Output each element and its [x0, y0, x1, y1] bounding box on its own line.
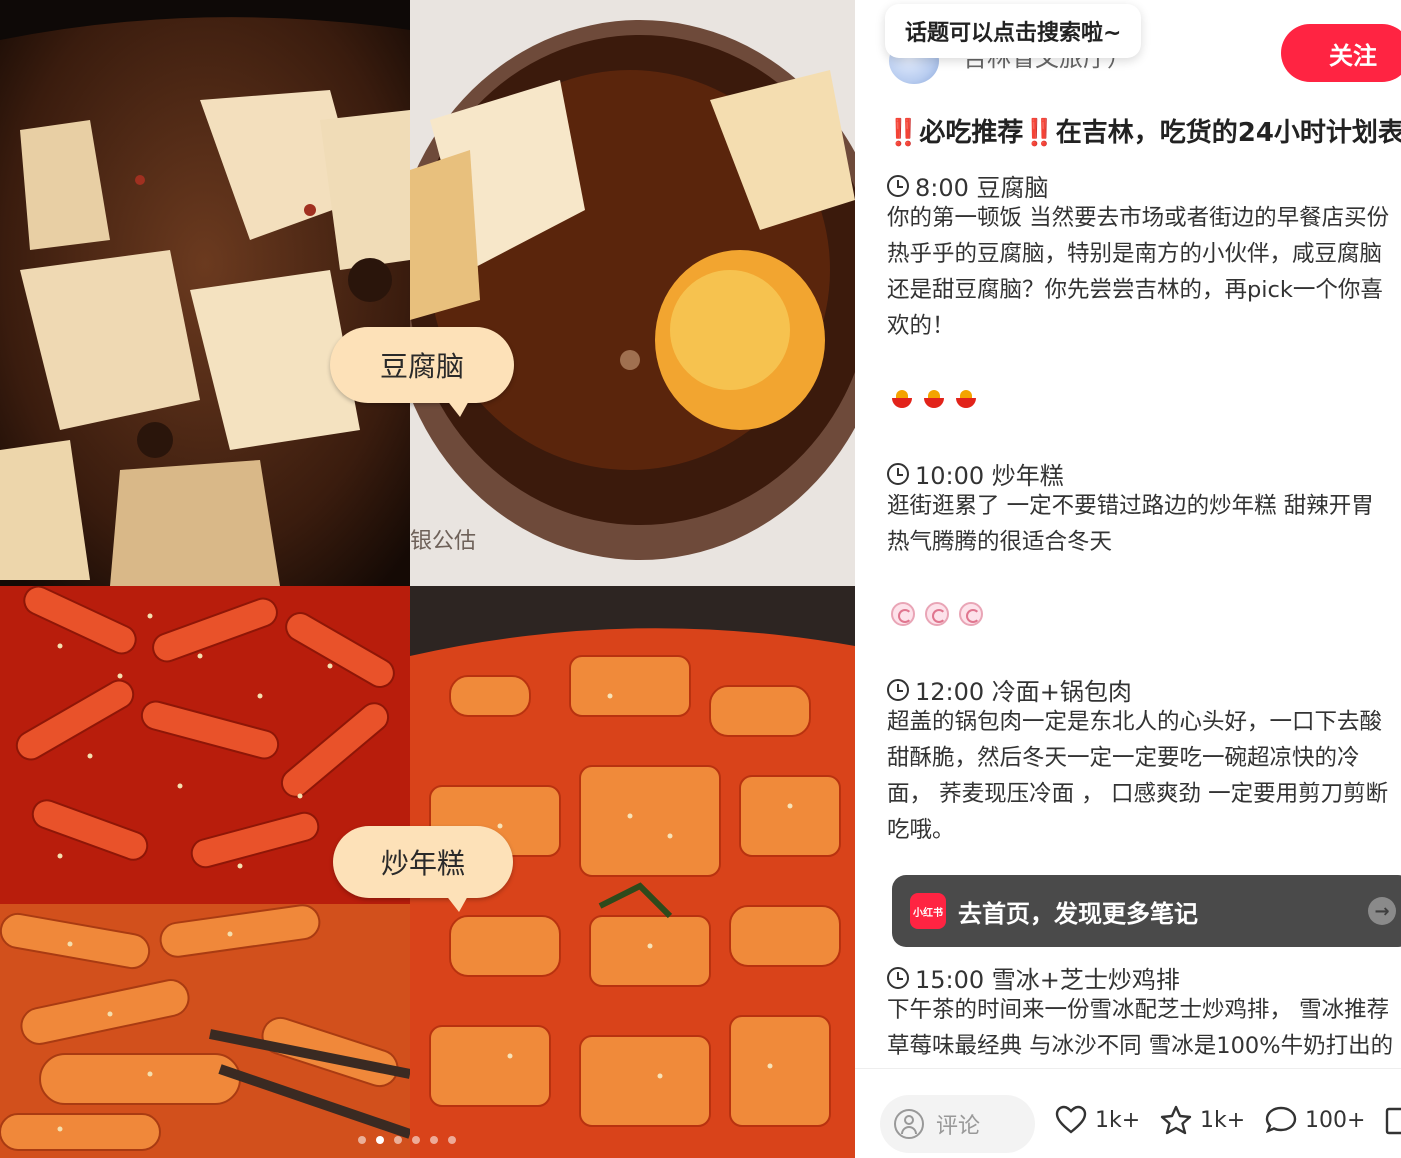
share-button[interactable]	[1385, 1105, 1401, 1135]
section-heading-rice-cakes: 10:00 炒年糕	[887, 456, 1064, 491]
note-panel: 吉林省文旅厅） 话题可以点击搜索啦~ 关注 ‼️必吃推荐‼️在吉林，吃货的24小…	[855, 0, 1401, 1158]
collect-button[interactable]: 1k+	[1160, 1105, 1245, 1135]
section-heading-afternoon-tea: 15:00 雪冰+芝士炒鸡排	[887, 960, 1180, 995]
user-icon	[894, 1109, 924, 1139]
hotpot-icon	[923, 388, 945, 410]
clock-icon	[887, 174, 909, 197]
section-body-lunch: 超盖的锅包肉一定是东北人的心头好，一口下去酸 甜酥脆，然后冬天一定一定要吃一碗超凉…	[887, 709, 1389, 843]
share-icon	[1385, 1107, 1401, 1135]
section-time: 12:00 冷面+锅包肉	[915, 678, 1132, 706]
note-title: ‼️必吃推荐‼️在吉林，吃货的24小时计划表	[887, 118, 1401, 148]
photo-tofu-pudding-bowl: 银公估	[410, 0, 855, 586]
section-time: 10:00 炒年糕	[915, 462, 1064, 490]
comment-count: 100+	[1305, 1107, 1366, 1133]
arrow-right-icon[interactable]: →	[1368, 897, 1396, 925]
star-icon	[1160, 1105, 1192, 1135]
hotpot-icon	[891, 388, 913, 410]
photo-tofu-pudding-closeup	[0, 0, 410, 586]
carousel-dot[interactable]	[412, 1136, 420, 1144]
clock-icon	[887, 678, 909, 701]
carousel-dot[interactable]	[358, 1136, 366, 1144]
hotpot-icon	[955, 388, 977, 410]
follow-button[interactable]: 关注	[1281, 24, 1401, 82]
clock-icon	[887, 462, 909, 485]
chat-bubble-icon	[1265, 1106, 1297, 1134]
topic-search-tooltip: 话题可以点击搜索啦~	[885, 4, 1142, 58]
collect-count: 1k+	[1200, 1107, 1246, 1133]
like-button[interactable]: 1k+	[1055, 1105, 1140, 1135]
go-home-banner[interactable]: 小红书 去首页，发现更多笔记 →	[892, 875, 1401, 947]
carousel-dot-active[interactable]	[376, 1136, 384, 1144]
section-body-rice-cakes: 逛街逛累了 一定不要错过路边的炒年糕 甜辣开胃 热气腾腾的很适合冬天	[887, 493, 1374, 555]
author-row: 吉林省文旅厅） 话题可以点击搜索啦~ 关注	[855, 0, 1401, 100]
image-carousel[interactable]: 银公估 豆腐脑 炒年糕	[0, 0, 855, 1158]
comment-input[interactable]: 评论	[880, 1095, 1035, 1153]
carousel-dot[interactable]	[394, 1136, 402, 1144]
fish-cake-icon	[925, 602, 949, 626]
photo-rice-cakes-3	[0, 904, 410, 1158]
like-count: 1k+	[1095, 1107, 1141, 1133]
carousel-pagination[interactable]	[358, 1136, 456, 1144]
clock-icon	[887, 966, 909, 989]
banner-text: 去首页，发现更多笔记	[958, 899, 1198, 928]
label-bubble-tofu-pudding: 豆腐脑	[330, 327, 514, 417]
label-bubble-rice-cakes: 炒年糕	[333, 826, 513, 912]
emoji-row-fish-cake	[891, 602, 983, 626]
bottom-action-bar: 评论 1k+ 1k+ 100+	[855, 1068, 1401, 1158]
section-time: 8:00 豆腐脑	[915, 174, 1049, 202]
comment-placeholder: 评论	[936, 1114, 981, 1139]
heart-icon	[1055, 1105, 1087, 1134]
fish-cake-icon	[891, 602, 915, 626]
fish-cake-icon	[959, 602, 983, 626]
section-time: 15:00 雪冰+芝士炒鸡排	[915, 966, 1180, 994]
section-heading-breakfast: 8:00 豆腐脑	[887, 168, 1049, 203]
xiaohongshu-logo: 小红书	[910, 893, 946, 929]
photo-watermark: 银公估	[410, 529, 476, 554]
section-heading-lunch: 12:00 冷面+锅包肉	[887, 672, 1132, 707]
section-body-afternoon-tea: 下午茶的时间来一份雪冰配芝士炒鸡排， 雪冰推荐 草莓味最经典 与冰沙不同 雪冰是1…	[887, 997, 1394, 1059]
section-body-breakfast: 你的第一顿饭 当然要去市场或者街边的早餐店买份 热乎乎的豆腐脑，特别是南方的小伙伴…	[887, 205, 1390, 339]
comment-button[interactable]: 100+	[1265, 1105, 1365, 1135]
carousel-dot[interactable]	[448, 1136, 456, 1144]
emoji-row-hotpot	[891, 388, 977, 410]
carousel-dot[interactable]	[430, 1136, 438, 1144]
